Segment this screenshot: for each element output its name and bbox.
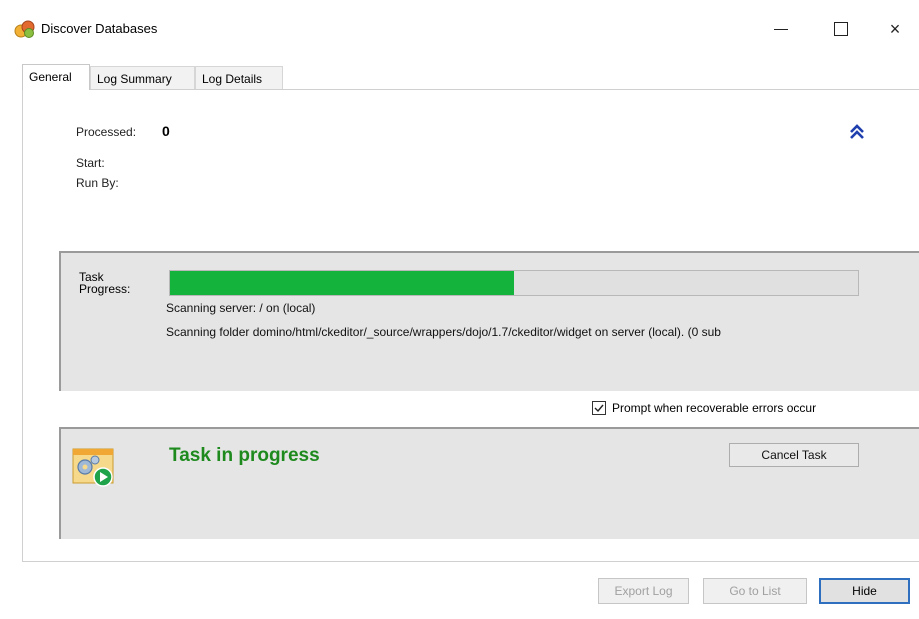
scanning-server-text: Scanning server: / on (local): [166, 301, 316, 315]
general-tab-panel: Processed: 0 Start: Run By: Task Progres…: [22, 89, 919, 562]
progress-bar: [169, 270, 859, 296]
export-log-button[interactable]: Export Log: [598, 578, 689, 604]
checkmark-icon: [594, 404, 604, 413]
task-status-panel: Task in progress Cancel Task: [59, 427, 919, 539]
task-label-line-2: Progress:: [79, 282, 131, 296]
hide-button[interactable]: Hide: [819, 578, 910, 604]
maximize-icon: [834, 22, 848, 36]
tab-log-details[interactable]: Log Details: [195, 66, 283, 89]
run-by-label: Run By:: [76, 176, 119, 190]
minimize-icon: [774, 28, 788, 30]
title-bar: Discover Databases ×: [0, 0, 919, 58]
close-button[interactable]: ×: [872, 12, 918, 46]
prompt-errors-label: Prompt when recoverable errors occur: [612, 401, 817, 415]
task-progress-panel: Task Progress: Scanning server: / on (lo…: [59, 251, 919, 391]
start-label: Start:: [76, 156, 105, 170]
maximize-button[interactable]: [818, 12, 864, 46]
task-status-text: Task in progress: [169, 445, 320, 466]
prompt-errors-checkbox-row[interactable]: Prompt when recoverable errors occur: [592, 401, 816, 415]
processed-label: Processed:: [76, 125, 137, 139]
scanning-folder-text: Scanning folder domino/html/ckeditor/_so…: [166, 325, 721, 339]
tab-general[interactable]: General: [22, 64, 90, 90]
double-chevron-up-icon[interactable]: [849, 124, 865, 140]
task-progress-label: Task Progress:: [79, 271, 149, 295]
task-gears-icon: [72, 448, 114, 487]
cancel-task-button[interactable]: Cancel Task: [729, 443, 859, 467]
tab-log-summary[interactable]: Log Summary: [90, 66, 195, 89]
go-to-list-button[interactable]: Go to List: [703, 578, 807, 604]
processed-value: 0: [162, 123, 170, 139]
app-icon: [14, 20, 35, 38]
progress-bar-fill: [170, 271, 514, 295]
minimize-button[interactable]: [758, 12, 804, 46]
close-icon: ×: [889, 18, 901, 39]
prompt-errors-checkbox[interactable]: [592, 401, 606, 415]
window-title: Discover Databases: [41, 21, 158, 36]
